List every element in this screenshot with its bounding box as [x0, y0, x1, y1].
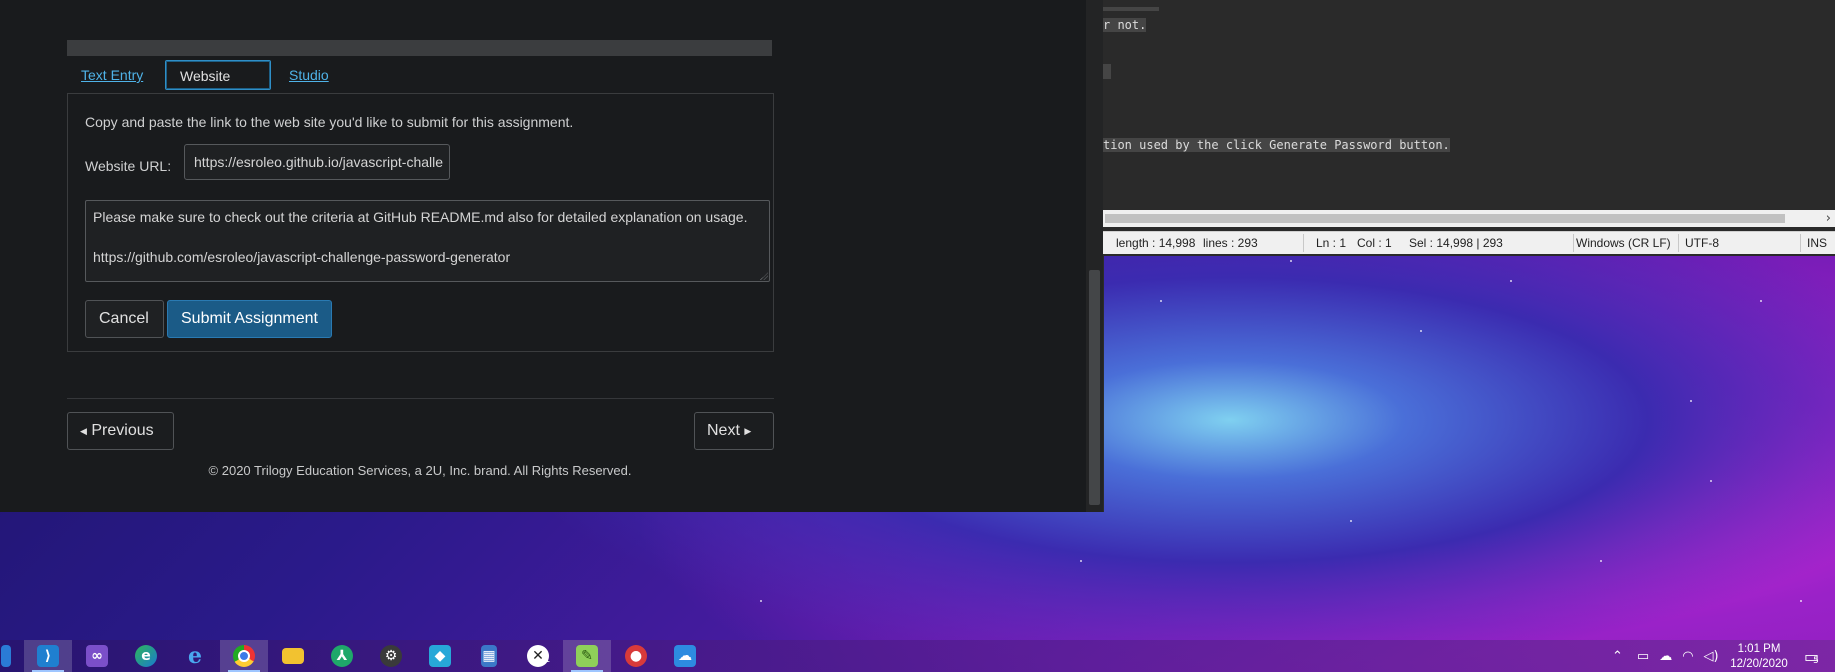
edge-icon[interactable]: e	[122, 640, 170, 672]
cancel-button[interactable]: Cancel	[85, 300, 164, 338]
submission-instructions: Copy and paste the link to the web site …	[85, 114, 574, 130]
comment-line: https://github.com/esroleo/javascript-ch…	[93, 249, 511, 265]
notification-count: 5	[1813, 656, 1819, 666]
calculator-icon[interactable]: ▦	[465, 640, 513, 672]
status-sel: Sel : 14,998 | 293	[1409, 236, 1503, 250]
website-url-label: Website URL:	[85, 158, 172, 174]
taskbar: ⟩ ∞ e e ⅄ ⚙ ◆ ▦ ✕ 1 ✎ ● ☁ ⌃ ▭ ☁ ◠ ◁) 1:01…	[0, 640, 1835, 672]
status-eol: Windows (CR LF)	[1576, 236, 1671, 250]
xbox-icon[interactable]: ✕ 1	[514, 640, 562, 672]
onedrive-icon[interactable]: ☁	[661, 640, 709, 672]
notepad-plus-plus-window: r not. tion used by the click Generate P…	[1103, 0, 1835, 256]
selected-text	[1103, 7, 1159, 11]
clock-time: 1:01 PM	[1737, 643, 1781, 655]
next-label: Next	[707, 422, 740, 440]
status-ln: Ln : 1	[1316, 236, 1347, 250]
app-icon[interactable]: ⅄	[318, 640, 366, 672]
status-lines: lines : 293	[1203, 236, 1258, 250]
horizontal-scrollbar[interactable]: ›	[1103, 210, 1835, 227]
submission-panel: Copy and paste the link to the web site …	[67, 93, 774, 352]
notification-center-icon[interactable]: ▭ 5	[1804, 640, 1819, 672]
previous-button[interactable]: ◀ Previous	[67, 412, 174, 450]
app-icon[interactable]: ⚙	[367, 640, 415, 672]
volume-icon[interactable]: ◁)	[1704, 649, 1719, 664]
website-url-input[interactable]: https://esroleo.github.io/javascript-cha…	[184, 144, 450, 180]
scrollbar-thumb[interactable]	[1089, 270, 1100, 505]
status-mode: INS	[1807, 236, 1828, 250]
system-tray: ⌃ ▭ ☁ ◠ ◁)	[1612, 640, 1729, 672]
triangle-left-icon: ◀	[80, 426, 87, 436]
clock-date: 12/20/2020	[1730, 658, 1788, 670]
editor-line: r not.	[1103, 18, 1147, 32]
browser-window: Text Entry Website URL Studio Copy and p…	[0, 0, 1104, 512]
status-length: length : 14,998	[1116, 236, 1196, 250]
meet-now-icon[interactable]: ▭	[1637, 649, 1649, 664]
comment-textarea[interactable]: Please make sure to check out the criter…	[85, 200, 770, 282]
previous-label: Previous	[91, 422, 154, 440]
vscode-icon[interactable]: ⟩	[24, 640, 72, 672]
tab-studio[interactable]: Studio	[275, 60, 343, 90]
content-header-bar	[67, 40, 772, 56]
network-icon[interactable]: ◠	[1682, 649, 1693, 664]
status-encoding: UTF-8	[1685, 236, 1719, 250]
chevron-up-icon[interactable]: ⌃	[1612, 649, 1623, 664]
app-icon[interactable]: ◆	[416, 640, 464, 672]
file-explorer-icon[interactable]	[269, 640, 317, 672]
chrome-icon[interactable]	[220, 640, 268, 672]
resize-handle-icon[interactable]	[760, 272, 768, 280]
internet-explorer-icon[interactable]: e	[171, 640, 219, 672]
comment-line: Please make sure to check out the criter…	[93, 209, 748, 225]
copyright-footer: © 2020 Trilogy Education Services, a 2U,…	[208, 463, 632, 478]
tab-website-url[interactable]: Website URL	[165, 60, 271, 114]
tab-text-entry[interactable]: Text Entry	[67, 60, 165, 90]
status-col: Col : 1	[1357, 236, 1392, 250]
clock[interactable]: 1:01 PM 12/20/2020	[1724, 642, 1794, 672]
visual-studio-icon[interactable]: ∞	[73, 640, 121, 672]
submit-assignment-button[interactable]: Submit Assignment	[167, 300, 332, 338]
app-icon[interactable]: ●	[612, 640, 660, 672]
divider	[67, 398, 774, 399]
xbox-badge: 1	[544, 654, 551, 665]
onedrive-tray-icon[interactable]: ☁	[1659, 649, 1672, 664]
selected-text	[1103, 64, 1111, 79]
status-bar: length : 14,998 lines : 293 Ln : 1 Col :…	[1103, 231, 1835, 254]
editor-line: tion used by the click Generate Password…	[1103, 138, 1450, 152]
chevron-right-icon[interactable]: ›	[1826, 210, 1831, 227]
next-button[interactable]: Next ▶	[694, 412, 774, 450]
triangle-right-icon: ▶	[744, 426, 752, 436]
notepad-plus-plus-icon[interactable]: ✎	[563, 640, 611, 672]
scrollbar-thumb[interactable]	[1105, 214, 1785, 223]
vertical-scrollbar[interactable]	[1086, 0, 1103, 512]
